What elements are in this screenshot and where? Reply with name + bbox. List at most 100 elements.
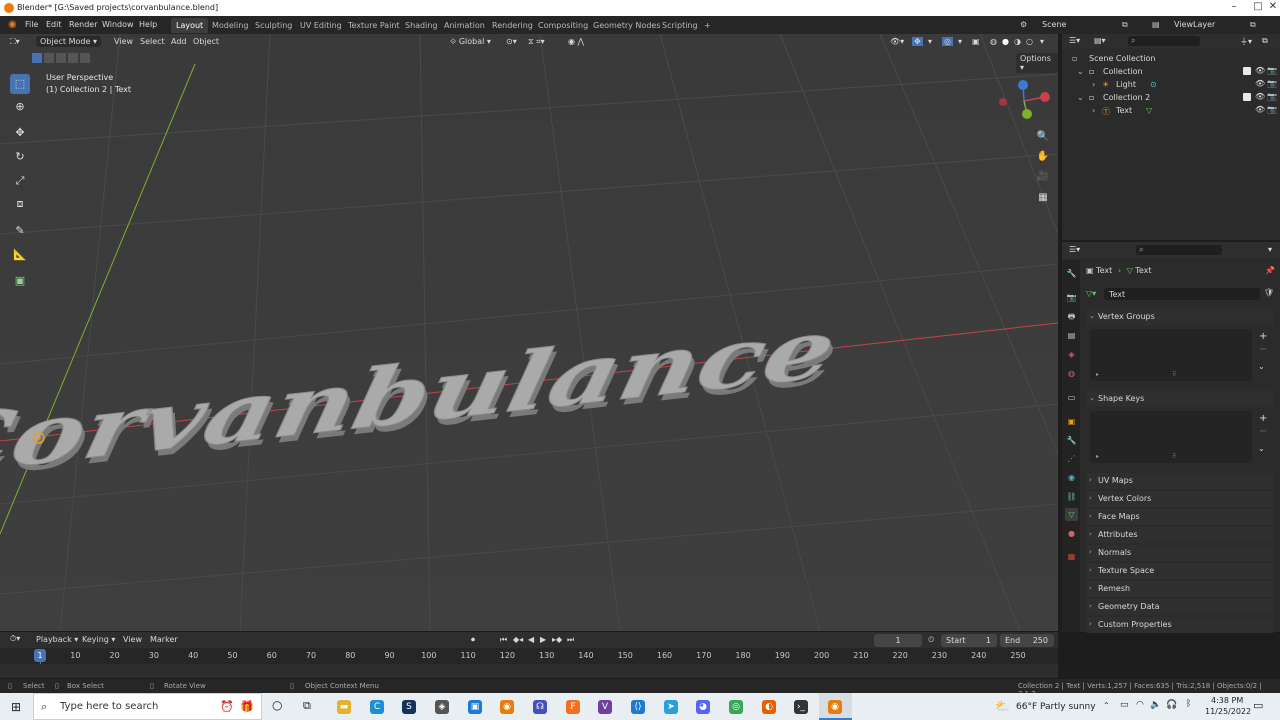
notification-icon[interactable]: ▭ <box>1253 699 1263 712</box>
timeline-menu-keying[interactable]: Keying ▾ <box>82 635 115 644</box>
solid-shading-icon[interactable]: ● <box>1002 37 1009 46</box>
jump-end-icon[interactable]: ⏭ <box>567 635 574 645</box>
annotate-tool-icon[interactable]: ✎ <box>10 221 30 241</box>
clock-time[interactable]: 4:38 PM <box>1211 696 1243 705</box>
add-cube-tool-icon[interactable]: ▣ <box>10 271 30 291</box>
overlay-dropdown-icon[interactable]: ▾ <box>958 37 962 46</box>
properties-editor-icon[interactable]: ☰▾ <box>1069 245 1080 254</box>
3d-viewport[interactable]: Corvanbulance Corvanbulance <box>0 34 1058 631</box>
visibility-eye-icon[interactable]: 👁 <box>1255 92 1265 101</box>
panel-attributes[interactable]: › Attributes <box>1086 527 1274 543</box>
tab-animation[interactable]: Animation <box>439 18 490 33</box>
weather-label[interactable]: 66°F Partly sunny <box>1016 702 1096 712</box>
record-icon[interactable]: ⏺ <box>471 635 475 645</box>
list-resize-handle[interactable]: ⠿ <box>1172 371 1176 378</box>
view-layer-selector[interactable]: ViewLayer <box>1174 20 1215 29</box>
select-mode-intersect-icon[interactable] <box>80 53 90 63</box>
terminal-icon[interactable]: ›_ <box>794 700 808 714</box>
xray-icon[interactable]: ▣ <box>972 37 980 46</box>
material-shading-icon[interactable]: ◑ <box>1014 37 1021 46</box>
play-icon[interactable]: ▶ <box>540 635 546 644</box>
include-checkbox[interactable] <box>1243 67 1251 75</box>
outliner-row-light[interactable]: › ☀ Light ⊙ 👁 📷 <box>1062 78 1280 91</box>
viewport-menu-object[interactable]: Object <box>193 37 219 46</box>
new-scene-icon[interactable]: ⧉ <box>1122 20 1128 30</box>
clock-date[interactable]: 11/25/2022 <box>1205 707 1251 716</box>
material-tab-icon[interactable]: ● <box>1065 527 1078 540</box>
telegram-icon[interactable]: ➤ <box>664 700 678 714</box>
timeline-ruler[interactable]: 1 10 20 30 40 50 60 70 80 90 100 110 120 130 140 150 160… <box>0 648 1058 678</box>
render-camera-icon[interactable]: 📷 <box>1267 105 1277 114</box>
view-layer-tab-icon[interactable]: ▤ <box>1065 329 1078 342</box>
shape-keys-list[interactable]: ▸ ⠿ <box>1090 411 1252 463</box>
pin-icon[interactable]: 📌 <box>1265 266 1275 275</box>
task-view-icon[interactable]: ⧉ <box>303 699 311 713</box>
headphone-icon[interactable]: 🎧 <box>1166 700 1177 710</box>
physics-tab-icon[interactable]: ◉ <box>1065 471 1078 484</box>
tray-overflow-icon[interactable]: ⌃ <box>1103 701 1110 710</box>
timeline-menu-playback[interactable]: Playback ▾ <box>36 635 78 644</box>
screen-capture-icon[interactable]: ▣ <box>468 700 482 714</box>
outliner-row-scene-collection[interactable]: ▫ Scene Collection <box>1062 52 1280 65</box>
tab-rendering[interactable]: Rendering <box>487 18 538 33</box>
expand-arrow-icon[interactable]: ⌄ <box>1077 93 1084 102</box>
options-button[interactable]: Options ▾ <box>1016 53 1058 73</box>
blender-menu-icon[interactable]: ◉ <box>8 19 17 30</box>
select-mode-extend-icon[interactable] <box>44 53 54 63</box>
list-filter-arrow-icon[interactable]: ▸ <box>1096 453 1099 460</box>
minimize-button[interactable]: – <box>1224 1 1244 12</box>
outliner-row-collection[interactable]: ⌄ ▫ Collection 👁 📷 <box>1062 65 1280 78</box>
constraints-tab-icon[interactable]: ⛓ <box>1065 490 1078 503</box>
object-tab-icon[interactable]: ▣ <box>1065 415 1078 428</box>
zoom-icon[interactable]: 🔍 <box>1034 128 1052 146</box>
select-box-tool-icon[interactable]: ⬚ <box>10 74 30 94</box>
new-view-layer-icon[interactable]: ⧉ <box>1250 20 1256 30</box>
timeline-editor-icon[interactable]: ⏱▾ <box>10 634 20 644</box>
blender-taskbar-icon[interactable]: ◉ <box>500 700 514 714</box>
panel-vertex-colors[interactable]: › Vertex Colors <box>1086 491 1274 507</box>
pivot-icon[interactable]: ⊙▾ <box>506 37 517 46</box>
prev-keyframe-icon[interactable]: ◆◂ <box>513 635 523 644</box>
outliner-search-input[interactable]: ⌕ <box>1128 36 1200 46</box>
filter-icon[interactable]: ⏚▾ <box>1240 36 1252 47</box>
display-mode-icon[interactable]: ▤▾ <box>1094 36 1106 45</box>
vertex-group-specials-icon[interactable]: ⌄ <box>1258 362 1265 371</box>
tab-uv-editing[interactable]: UV Editing <box>295 18 347 33</box>
tab-sculpting[interactable]: Sculpting <box>250 18 297 33</box>
start-frame-field[interactable]: Start 1 <box>941 634 997 647</box>
app-file-icon[interactable]: F <box>566 700 580 714</box>
perspective-toggle-icon[interactable]: ▦ <box>1034 189 1052 207</box>
preview-range-clock-icon[interactable]: ⏲ <box>928 635 934 645</box>
menu-edit[interactable]: Edit <box>46 20 62 29</box>
panel-vertex-groups[interactable]: ⌄ Vertex Groups <box>1086 309 1274 325</box>
list-resize-handle[interactable]: ⠿ <box>1172 453 1176 460</box>
orientation-selector[interactable]: ⟐ Global ▾ <box>450 37 491 47</box>
mode-selector[interactable]: Object Mode ▾ <box>36 36 101 47</box>
wifi-icon[interactable]: ◠ <box>1136 700 1144 710</box>
light-data-icon[interactable]: ⊙ <box>1150 80 1157 89</box>
panel-shape-keys[interactable]: ⌄ Shape Keys <box>1086 391 1274 407</box>
fake-user-icon[interactable]: 🛡 <box>1264 288 1274 297</box>
select-mode-invert-icon[interactable] <box>68 53 78 63</box>
panel-face-maps[interactable]: › Face Maps <box>1086 509 1274 525</box>
render-camera-icon[interactable]: 📷 <box>1267 79 1277 88</box>
tab-texture-paint[interactable]: Texture Paint <box>343 18 405 33</box>
viewport-menu-select[interactable]: Select <box>140 37 165 46</box>
jump-start-icon[interactable]: ⏮ <box>500 635 507 645</box>
output-tab-icon[interactable]: 🖶 <box>1065 310 1078 323</box>
bluetooth-icon[interactable]: ᛒ <box>1186 699 1191 709</box>
app-cube-icon[interactable]: ◈ <box>435 700 449 714</box>
render-tab-icon[interactable]: 📷 <box>1065 291 1078 304</box>
add-workspace-button[interactable]: + <box>699 18 716 33</box>
texture-tab-icon[interactable]: ▦ <box>1065 550 1078 563</box>
particles-tab-icon[interactable]: ⋰ <box>1065 452 1078 465</box>
properties-search-input[interactable]: ⌕ <box>1136 245 1222 255</box>
panel-uv-maps[interactable]: › UV Maps <box>1086 473 1274 489</box>
menu-file[interactable]: File <box>25 20 38 29</box>
discord-icon[interactable]: ◕ <box>696 700 710 714</box>
remove-vertex-group-button[interactable]: − <box>1259 344 1267 355</box>
play-reverse-icon[interactable]: ◀ <box>528 635 534 644</box>
close-button[interactable]: ✕ <box>1263 1 1280 12</box>
chrome-icon[interactable]: ◎ <box>729 700 743 714</box>
cortana-app-icon[interactable]: C <box>370 700 384 714</box>
